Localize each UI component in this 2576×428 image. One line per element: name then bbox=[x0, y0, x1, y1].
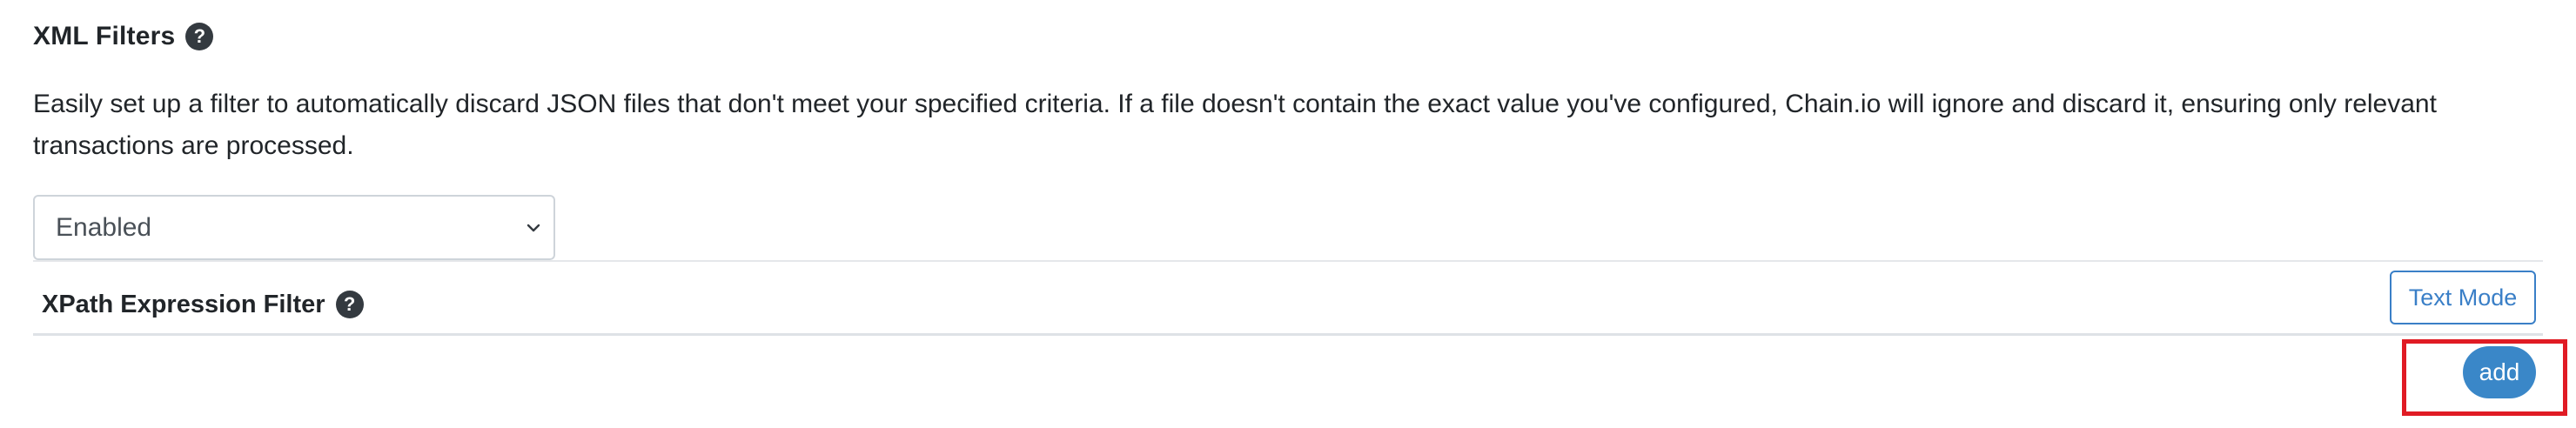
xml-filters-title: XML Filters bbox=[33, 22, 176, 50]
xpath-filter-title: XPath Expression Filter bbox=[42, 290, 325, 318]
xml-filters-description: Easily set up a filter to automatically … bbox=[33, 90, 2437, 160]
filter-status-selected-value: Enabled bbox=[56, 212, 152, 242]
xml-filters-header: XML Filters ? bbox=[33, 19, 214, 54]
filter-status-select[interactable]: Enabled bbox=[33, 195, 555, 260]
chevron-down-icon bbox=[522, 217, 545, 239]
help-icon[interactable]: ? bbox=[335, 291, 364, 318]
section-divider bbox=[33, 260, 2543, 262]
xpath-filter-header: XPath Expression Filter ? bbox=[42, 287, 364, 322]
text-mode-button[interactable]: Text Mode bbox=[2390, 271, 2536, 324]
help-icon[interactable]: ? bbox=[185, 23, 214, 50]
xpath-filter-divider bbox=[33, 333, 2543, 336]
add-button[interactable]: add bbox=[2463, 346, 2536, 398]
